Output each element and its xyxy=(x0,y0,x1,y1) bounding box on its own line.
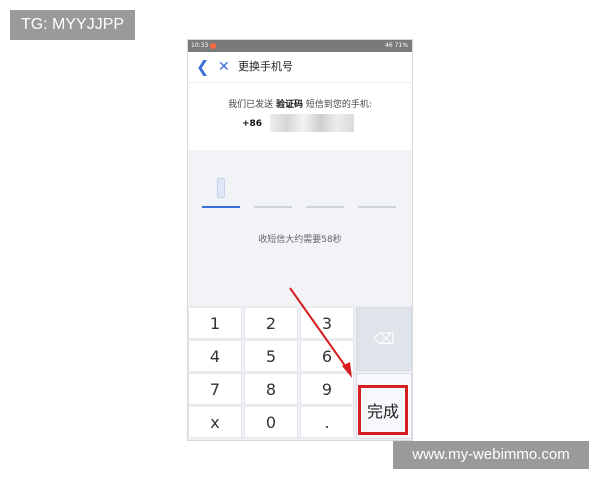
annotation-arrow xyxy=(289,287,352,378)
done-label: 完成 xyxy=(366,402,399,421)
watermark-top-left: TG: MYYJJPP xyxy=(10,10,135,40)
done-button-highlight: 完成 xyxy=(358,385,408,435)
phone-screen: 10:33 46 71% ❮ ✕ 更换手机号 我们已发送 验证码 短信到您的手机… xyxy=(187,39,413,441)
watermark-bottom-right: www.my-webimmo.com xyxy=(393,441,589,469)
